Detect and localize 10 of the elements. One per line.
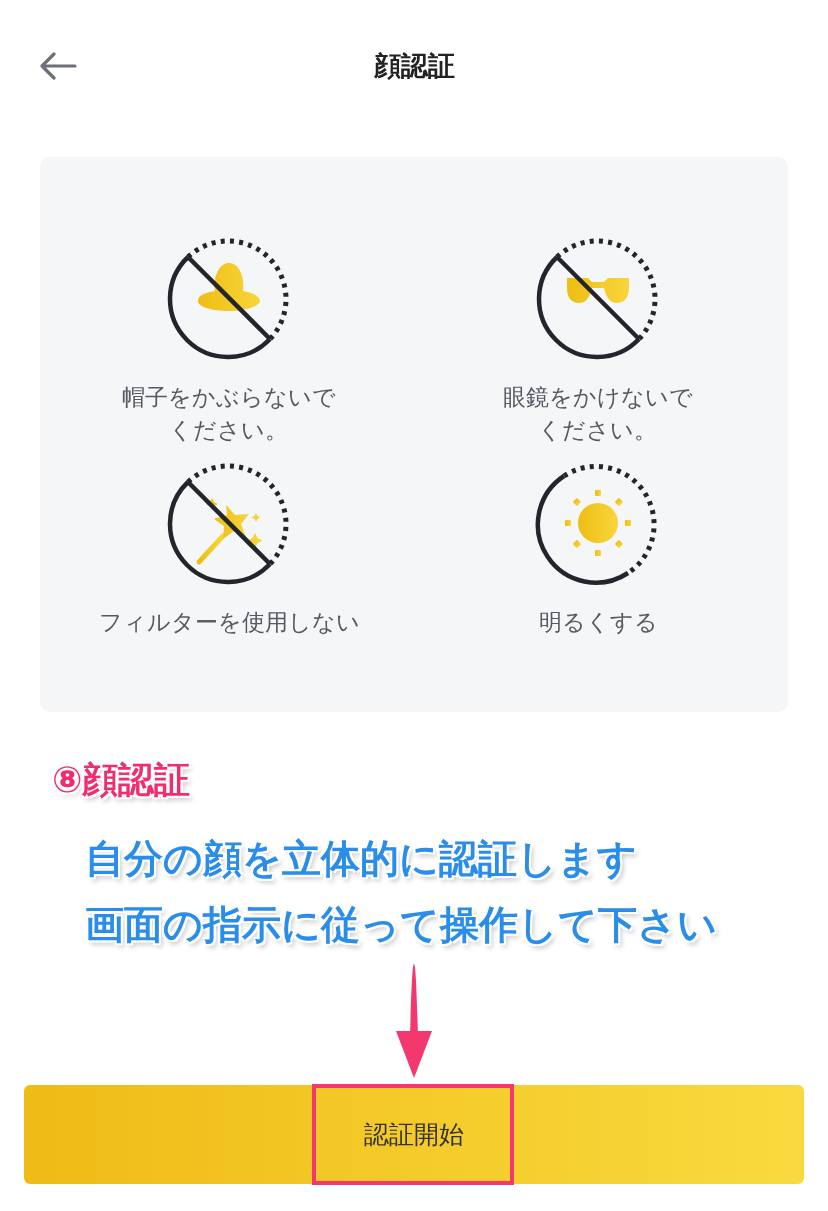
annotation-text: 自分の顔を立体的に認証します — [85, 835, 637, 883]
annotation-text: 画面の指示に従って操作して下さい — [85, 901, 717, 949]
tip-label: 眼鏡をかけないでください。 — [502, 383, 694, 445]
back-arrow-icon — [39, 52, 77, 80]
annotation-heading: ⑧顔認証 — [52, 758, 191, 802]
start-verification-button[interactable]: 認証開始 — [24, 1085, 804, 1184]
screen-title: 顔認証 — [373, 49, 455, 83]
tip-label: フィルターを使用しない — [98, 608, 360, 637]
tip-label: 帽子をかぶらないでください。 — [121, 383, 337, 445]
tip-label: 明るくする — [538, 608, 658, 637]
